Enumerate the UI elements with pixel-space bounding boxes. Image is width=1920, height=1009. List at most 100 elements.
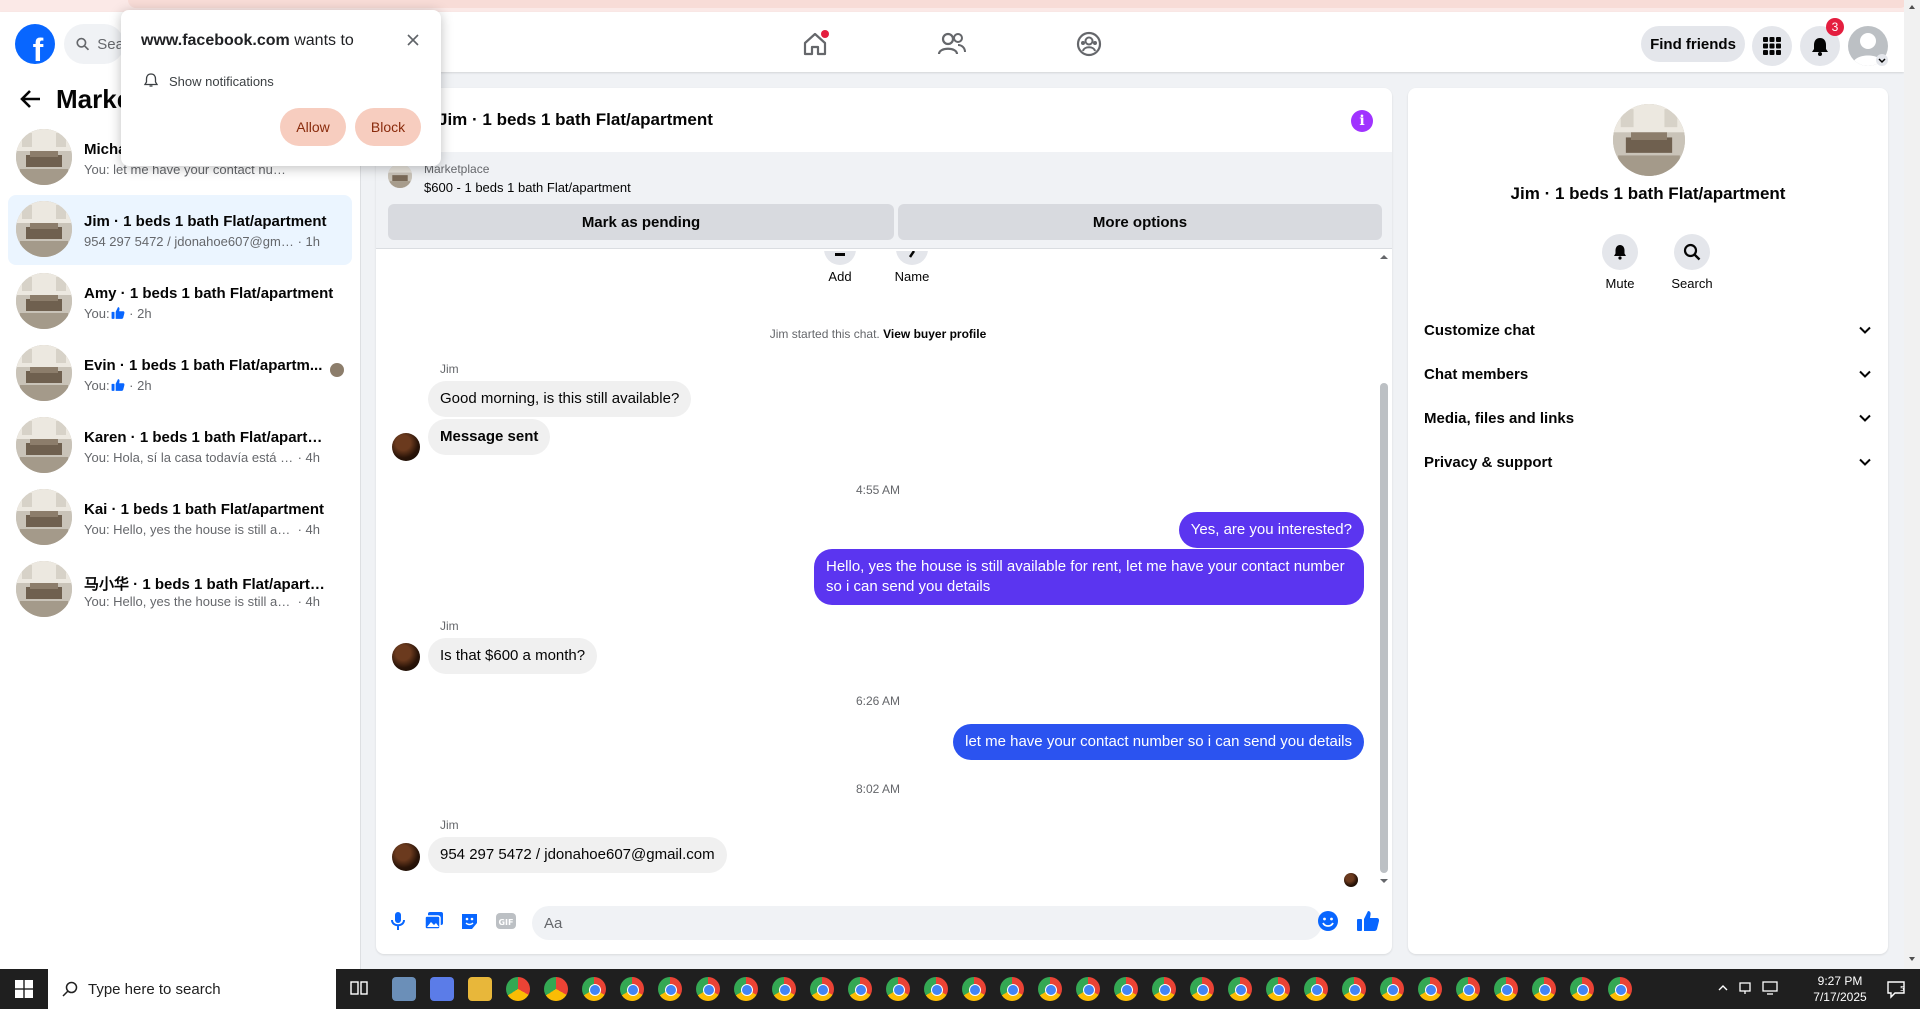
- scroll-up-arrow-icon[interactable]: [1908, 4, 1916, 10]
- task-view-icon[interactable]: [350, 979, 368, 997]
- details-section-customize-chat[interactable]: Customize chat: [1424, 310, 1872, 350]
- scroll-down-arrow-icon[interactable]: [1908, 956, 1916, 962]
- allow-button[interactable]: Allow: [280, 108, 346, 146]
- view-buyer-profile-link[interactable]: View buyer profile: [883, 327, 986, 341]
- chrome-profile-icon[interactable]: [1190, 977, 1214, 1001]
- emoji-button[interactable]: [1316, 909, 1340, 933]
- mute-button[interactable]: Mute: [1590, 234, 1650, 291]
- app-icon[interactable]: [392, 977, 416, 1001]
- incoming-message[interactable]: Is that $600 a month?: [428, 638, 598, 674]
- monitor-icon[interactable]: [1762, 980, 1780, 996]
- chrome-profile-icon[interactable]: [1342, 977, 1366, 1001]
- incoming-message[interactable]: Good morning, is this still available?: [428, 381, 692, 417]
- chrome-profile-icon[interactable]: [1456, 977, 1480, 1001]
- message-scrollbar[interactable]: [1380, 383, 1388, 873]
- voice-clip-button[interactable]: [386, 909, 410, 933]
- chrome-profile-icon[interactable]: [1380, 977, 1404, 1001]
- outgoing-message[interactable]: let me have your contact number so i can…: [953, 724, 1364, 760]
- details-section-media-files-and-links[interactable]: Media, files and links: [1424, 398, 1872, 438]
- chrome-profile-icon[interactable]: [810, 977, 834, 1001]
- conversation-item[interactable]: Evin · 1 beds 1 bath Flat/apartm... You: …: [8, 339, 352, 409]
- friends-nav-button[interactable]: [930, 26, 974, 62]
- chrome-profile-icon[interactable]: [734, 977, 758, 1001]
- chrome-profile-icon[interactable]: [658, 977, 682, 1001]
- chat-title[interactable]: Jim · 1 beds 1 bath Flat/apartment: [438, 110, 713, 130]
- outgoing-message[interactable]: Hello, yes the house is still available …: [814, 549, 1364, 605]
- message-input[interactable]: Aa: [532, 906, 1322, 940]
- page-scrollbar[interactable]: [1904, 0, 1920, 970]
- sticker-button[interactable]: [458, 909, 482, 933]
- chrome-profile-icon[interactable]: [1418, 977, 1442, 1001]
- scroll-up-arrow-icon[interactable]: [1378, 253, 1390, 261]
- outgoing-message[interactable]: Yes, are you interested?: [1178, 512, 1364, 548]
- search-input[interactable]: Sea: [64, 24, 124, 64]
- conversation-item[interactable]: 马小华 · 1 beds 1 bath Flat/apartm... You: H…: [8, 555, 352, 625]
- conversation-item[interactable]: Karen · 1 beds 1 bath Flat/apartment You:…: [8, 411, 352, 481]
- chrome-profile-icon[interactable]: [924, 977, 948, 1001]
- chrome-profile-icon[interactable]: [544, 977, 568, 1001]
- action-center-icon[interactable]: 5: [1886, 979, 1906, 999]
- account-chevron-icon[interactable]: [1876, 54, 1888, 66]
- chrome-profile-icon[interactable]: [1266, 977, 1290, 1001]
- chrome-profile-icon[interactable]: [848, 977, 872, 1001]
- chrome-profile-icon[interactable]: [620, 977, 644, 1001]
- chrome-profile-icon[interactable]: [582, 977, 606, 1001]
- more-options-button[interactable]: More options: [898, 204, 1382, 240]
- chrome-profile-icon[interactable]: [886, 977, 910, 1001]
- conversation-item[interactable]: Kai · 1 beds 1 bath Flat/apartment You: H…: [8, 483, 352, 553]
- listing-bar: Marketplace $600 - 1 beds 1 bath Flat/ap…: [376, 152, 1392, 249]
- block-button[interactable]: Block: [355, 108, 421, 146]
- copilot-icon[interactable]: [430, 977, 454, 1001]
- details-section-privacy-support[interactable]: Privacy & support: [1424, 442, 1872, 482]
- listing-price[interactable]: $600 - 1 beds 1 bath Flat/apartment: [424, 180, 631, 195]
- sender-avatar[interactable]: [392, 643, 420, 671]
- conversation-item[interactable]: Jim · 1 beds 1 bath Flat/apartment 954 29…: [8, 195, 352, 265]
- chrome-profile-icon[interactable]: [696, 977, 720, 1001]
- search-in-chat-button[interactable]: Search: [1662, 234, 1722, 291]
- sender-avatar[interactable]: [392, 433, 420, 461]
- incoming-message[interactable]: Message sent: [428, 419, 551, 455]
- chrome-profile-icon[interactable]: [1000, 977, 1024, 1001]
- chrome-icon[interactable]: [506, 977, 530, 1001]
- chrome-profile-icon[interactable]: [1152, 977, 1176, 1001]
- chrome-profile-icon[interactable]: [1532, 977, 1556, 1001]
- conversation-item[interactable]: Amy · 1 beds 1 bath Flat/apartment You: ·…: [8, 267, 352, 337]
- chrome-profile-icon[interactable]: [1608, 977, 1632, 1001]
- info-icon[interactable]: i: [1351, 110, 1373, 132]
- popup-close-button[interactable]: [403, 30, 423, 50]
- details-section-chat-members[interactable]: Chat members: [1424, 354, 1872, 394]
- taskbar-clock[interactable]: 9:27 PM 7/17/2025: [1798, 973, 1882, 1005]
- menu-button[interactable]: [1752, 26, 1792, 66]
- find-friends-button[interactable]: Find friends: [1641, 26, 1745, 62]
- chrome-profile-icon[interactable]: [1570, 977, 1594, 1001]
- chrome-profile-icon[interactable]: [1228, 977, 1252, 1001]
- gif-button[interactable]: GIF: [494, 909, 518, 933]
- groups-nav-button[interactable]: [1067, 26, 1111, 62]
- home-nav-button[interactable]: [793, 26, 837, 62]
- show-hidden-icons-chevron-icon[interactable]: [1718, 979, 1728, 997]
- listing-thumbnail[interactable]: [388, 164, 412, 188]
- start-button[interactable]: [0, 969, 48, 1009]
- notification-badge: 3: [1826, 18, 1844, 36]
- like-button[interactable]: [1356, 909, 1380, 933]
- chrome-profile-icon[interactable]: [962, 977, 986, 1001]
- name-action-icon[interactable]: [894, 251, 930, 267]
- facebook-logo-icon[interactable]: f: [15, 24, 55, 64]
- scroll-down-arrow-icon[interactable]: [1378, 877, 1390, 885]
- chat-thumbnail[interactable]: [1613, 104, 1685, 176]
- incoming-message[interactable]: 954 297 5472 / jdonahoe607@gmail.com: [428, 837, 727, 873]
- chrome-profile-icon[interactable]: [1494, 977, 1518, 1001]
- chrome-profile-icon[interactable]: [1038, 977, 1062, 1001]
- back-arrow-icon[interactable]: [18, 86, 44, 112]
- file-explorer-icon[interactable]: [468, 977, 492, 1001]
- chrome-profile-icon[interactable]: [1304, 977, 1328, 1001]
- add-action-icon[interactable]: [822, 251, 858, 267]
- mark-as-pending-button[interactable]: Mark as pending: [388, 204, 894, 240]
- network-icon[interactable]: [1738, 980, 1754, 996]
- sender-avatar[interactable]: [392, 843, 420, 871]
- chrome-profile-icon[interactable]: [1114, 977, 1138, 1001]
- taskbar-search[interactable]: Type here to search: [48, 969, 336, 1009]
- chrome-profile-icon[interactable]: [1076, 977, 1100, 1001]
- chrome-profile-icon[interactable]: [772, 977, 796, 1001]
- attach-photo-button[interactable]: [422, 909, 446, 933]
